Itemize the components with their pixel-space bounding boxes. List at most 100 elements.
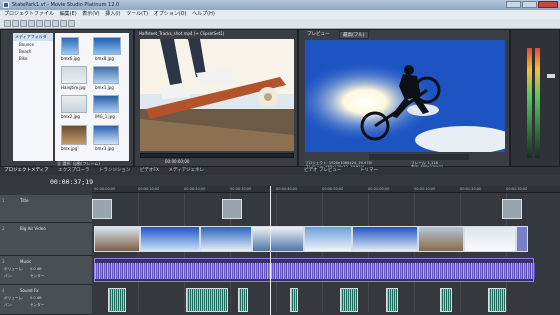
track-header-music[interactable]: 3 Music ボリューム: 0.0 dB パン: センター <box>0 256 92 285</box>
ruler-label: 00:01:30;00 <box>506 187 528 191</box>
title-clip[interactable] <box>502 199 522 219</box>
tree-item[interactable]: Bounce <box>13 41 53 48</box>
render-icon[interactable] <box>28 20 35 27</box>
pan-value: センター <box>30 274 45 278</box>
tab-video-preview[interactable]: ビデオ プレビュー <box>304 167 341 175</box>
tab-video-fx[interactable]: ビデオFX <box>140 168 159 173</box>
track-header-video[interactable]: 2 Big Air Video <box>0 223 92 256</box>
volume-value: 0.0 dB <box>30 267 42 271</box>
track-header-sfx[interactable]: 4 Sound Fx ボリューム: 0.0 dB パン: センター <box>0 285 92 315</box>
media-thumbnail[interactable] <box>93 125 119 145</box>
media-thumbnail[interactable] <box>61 125 87 145</box>
docking-tabs: プロジェクトメディア エクスプローラ トランジション ビデオFX メディアジェネ… <box>0 167 560 175</box>
menu-tools[interactable]: ツール(T) <box>126 10 148 19</box>
audio-clip[interactable] <box>488 288 506 312</box>
grid-line <box>138 193 139 312</box>
audio-clip[interactable] <box>290 288 298 312</box>
trimmer-timecode: 00:00:00;00 <box>165 159 190 164</box>
audio-clip[interactable] <box>440 288 452 312</box>
thumbnail-grid: bmx6.jpg bmx8.jpg Hangtim.jpg bmx1.jpg b… <box>55 33 129 161</box>
title-clip[interactable] <box>222 199 242 219</box>
media-thumbnail[interactable] <box>93 66 119 84</box>
grid-line <box>184 193 185 312</box>
ruler-label: 00:00:10;00 <box>138 187 160 191</box>
master-bus-panel <box>510 29 560 167</box>
grid-line <box>276 193 277 312</box>
thumb-caption: Hangtim.jpg <box>61 85 86 90</box>
thumb-caption: IMG_1.jpg <box>95 114 115 119</box>
media-thumbnail[interactable] <box>93 37 121 55</box>
tab-explorer[interactable]: エクスプローラ <box>58 168 89 173</box>
media-thumbnail[interactable] <box>61 95 87 113</box>
ruler-label: 00:00:50;00 <box>322 187 344 191</box>
menu-edit[interactable]: 編集(E) <box>60 10 77 19</box>
video-clip[interactable] <box>252 226 304 252</box>
video-clip[interactable] <box>352 226 418 252</box>
title-bar: StatePark1.vf - Movie Studio Platinum 12… <box>0 0 560 10</box>
timeline-timecode: 00:00:37;19 <box>50 178 94 186</box>
audio-clip[interactable] <box>340 288 358 312</box>
copy-icon[interactable] <box>44 20 51 27</box>
media-thumbnail[interactable] <box>93 95 119 113</box>
menu-options[interactable]: オプション(O) <box>154 10 187 19</box>
video-clip[interactable] <box>304 226 352 252</box>
video-preview-panel: プレビュー 最高(フル) プロジェクト: 1920x1080x24, 29.97… <box>298 29 510 169</box>
music-audio-clip[interactable] <box>94 258 535 282</box>
menu-help[interactable]: ヘルプ(H) <box>192 10 215 19</box>
new-project-icon[interactable] <box>4 20 11 27</box>
video-clip[interactable] <box>418 226 464 252</box>
time-ruler[interactable]: 00:00:00;00 00:00:10;00 00:00:20;00 00:0… <box>92 186 560 193</box>
audio-clip[interactable] <box>386 288 398 312</box>
close-button[interactable] <box>538 1 558 8</box>
audio-clip[interactable] <box>186 288 228 312</box>
menu-project[interactable]: プロジェクトファイル <box>4 10 54 19</box>
meter-right <box>535 48 540 158</box>
ruler-label: 00:00:40;00 <box>276 187 298 191</box>
preview-quality-select[interactable]: 最高(フル) <box>339 31 369 39</box>
open-icon[interactable] <box>12 20 19 27</box>
undo-icon[interactable] <box>60 20 67 27</box>
trimmer-timeline[interactable] <box>140 153 294 158</box>
preview-video-frame <box>305 40 505 152</box>
track-header-title[interactable]: 1 Title <box>0 195 92 223</box>
media-thumbnail[interactable] <box>61 37 79 55</box>
cut-icon[interactable] <box>36 20 43 27</box>
menu-view[interactable]: 表示(V) <box>82 10 99 19</box>
tree-item[interactable]: Bike <box>13 55 53 62</box>
redo-icon[interactable] <box>68 20 75 27</box>
ruler-label: 00:01:10;00 <box>414 187 436 191</box>
volume-label: ボリューム: <box>4 296 24 300</box>
menu-bar: プロジェクトファイル 編集(E) 表示(V) 挿入(I) ツール(T) オプショ… <box>0 10 560 19</box>
video-clip[interactable] <box>200 226 252 252</box>
title-clip[interactable] <box>92 199 112 219</box>
tab-transitions[interactable]: トランジション <box>99 168 131 173</box>
master-fader[interactable] <box>547 74 555 78</box>
thumb-caption: bmx1.jpg <box>95 85 114 90</box>
maximize-button[interactable] <box>522 1 537 8</box>
thumb-caption: bmx.jpg <box>61 146 78 151</box>
video-clip[interactable] <box>464 226 516 252</box>
meter-left <box>527 48 532 158</box>
tree-item[interactable]: メディアフォルダ <box>13 33 53 41</box>
paste-icon[interactable] <box>52 20 59 27</box>
tab-trimmer[interactable]: トリマー <box>360 167 378 175</box>
audio-clip[interactable] <box>238 288 248 312</box>
tab-project-media[interactable]: プロジェクトメディア <box>4 168 49 173</box>
video-clip[interactable] <box>140 226 200 252</box>
grid-line <box>368 193 369 312</box>
audio-clip[interactable] <box>108 288 126 312</box>
track-name: Sound Fx <box>20 288 39 293</box>
thumb-caption: bmx8.jpg <box>95 56 114 61</box>
tab-media-generators[interactable]: メディアジェネレ <box>168 168 204 173</box>
save-icon[interactable] <box>20 20 27 27</box>
media-thumbnail[interactable] <box>61 66 87 84</box>
tree-item[interactable]: Beach <box>13 48 53 55</box>
thumb-caption: bmx2.jpg <box>61 114 80 119</box>
minimize-button[interactable] <box>506 1 521 8</box>
video-clip[interactable] <box>94 226 140 252</box>
volume-label: ボリューム: <box>4 267 24 271</box>
video-clip[interactable] <box>516 226 528 252</box>
preview-title: プレビュー <box>307 32 330 37</box>
menu-insert[interactable]: 挿入(I) <box>105 10 120 19</box>
playhead[interactable] <box>270 186 271 315</box>
